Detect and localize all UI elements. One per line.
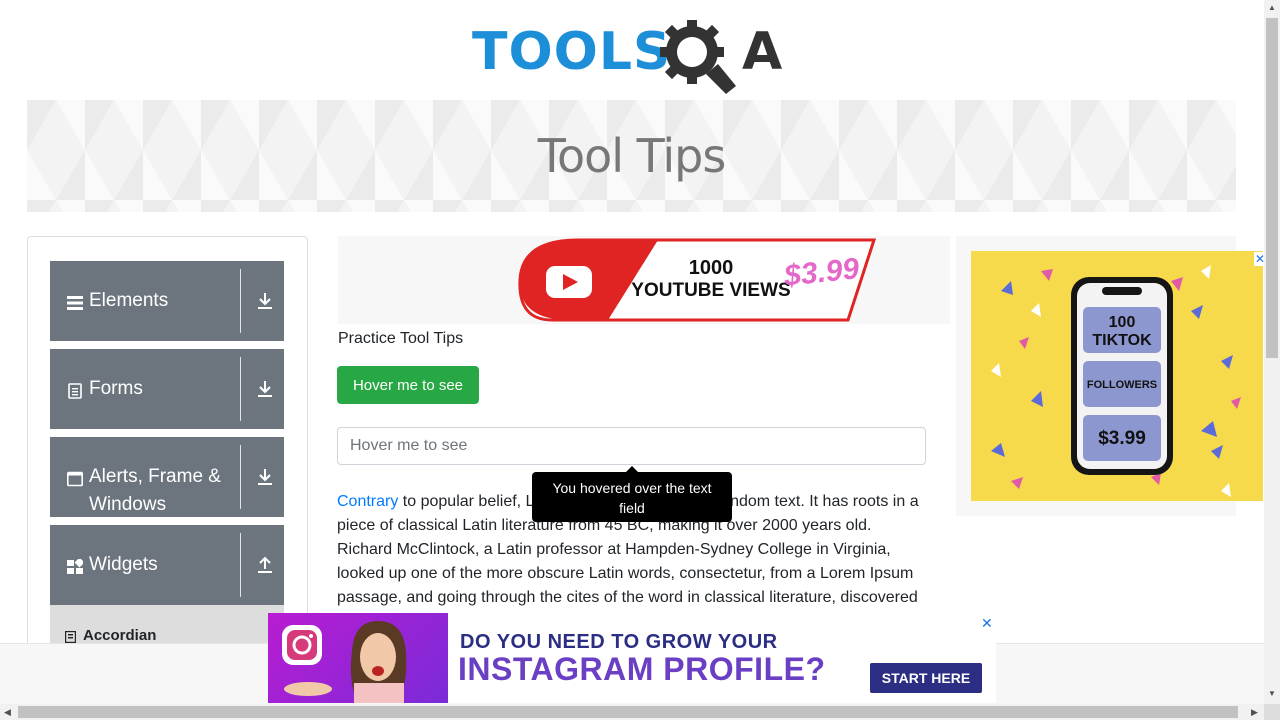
download-arrow-icon[interactable] [256,379,274,399]
download-arrow-icon[interactable] [256,467,274,487]
page-title: Tool Tips [537,129,727,183]
tiktok-ad-creative: 100 TIKTOK FOLLOWERS $3.99 [971,251,1263,501]
tiktok-ad-graphic: 100 TIKTOK FOLLOWERS $3.99 [991,265,1241,497]
contrary-link[interactable]: Contrary [337,493,398,510]
scroll-left-icon[interactable]: ◀ [4,707,11,718]
ad-price: $3.99 [1098,428,1146,449]
tiktok-ad[interactable]: 100 TIKTOK FOLLOWERS $3.99 [956,236,1263,516]
tooltip-text: You hovered over the text field [552,480,712,516]
start-here-button[interactable]: START HERE [870,663,982,693]
gear-icon [660,20,736,94]
upload-arrow-icon[interactable] [256,555,274,575]
sidebar-group-label: Alerts, Frame & [89,466,221,487]
sidebar-group-alerts[interactable]: Alerts, Frame & Windows [50,437,284,517]
horizontal-scroll-thumb[interactable] [18,706,1238,718]
instagram-ad[interactable]: DO YOU NEED TO GROW YOUR INSTAGRAM PROFI… [268,613,996,703]
sidebar-group-label: Forms [89,378,143,399]
divider [240,357,241,421]
toolsqa-logo[interactable]: TOOLS A [472,14,796,94]
hamburger-icon [67,296,83,310]
tooltip-arrow [626,466,638,472]
scroll-down-icon[interactable]: ▼ [1268,690,1276,698]
youtube-ad-banner[interactable]: 1000 YOUTUBE VIEWS $3.99 [338,236,950,324]
divider [240,533,241,597]
instagram-ad-image [268,613,448,703]
scroll-right-icon[interactable]: ▶ [1251,707,1258,718]
sidebar-group-label: Widgets [89,554,158,575]
hover-button[interactable]: Hover me to see [337,366,479,404]
logo-text-a: A [742,22,783,82]
ad-text-views: YOUTUBE VIEWS [631,280,790,301]
hover-text-field[interactable] [337,427,926,465]
sidebar-item-label: Accordian [83,627,157,644]
accordian-icon [65,631,76,643]
page-banner: Tool Tips [27,100,1236,212]
divider [240,269,241,333]
grid-icon [67,559,83,574]
tooltip: You hovered over the text field [532,466,732,522]
document-icon [68,383,82,399]
sidebar-group-label-line2: Windows [89,494,167,515]
sidebar-group-widgets[interactable]: Widgets [50,525,284,605]
ad-text-count: 1000 [689,257,734,279]
ad-headline-large: INSTAGRAM PROFILE? [458,651,826,687]
instagram-logo-icon [282,621,407,703]
horizontal-scrollbar[interactable]: ◀ ▶ [0,704,1264,720]
sidebar-group-forms[interactable]: Forms [50,349,284,429]
ad-text-tiktok: TIKTOK [1092,332,1152,349]
scroll-up-icon[interactable]: ▲ [1268,4,1276,12]
sidebar-group-elements[interactable]: Elements [50,261,284,341]
vertical-scroll-thumb[interactable] [1266,18,1278,358]
sidebar-group-label: Elements [89,290,169,311]
left-sidebar: Elements Forms Alerts, Frame & Windows W [27,236,308,656]
vertical-scrollbar[interactable]: ▲ ▼ [1264,0,1280,704]
close-icon[interactable]: ✕ [981,615,993,632]
section-label: Practice Tool Tips [338,330,464,347]
ad-text-count: 100 [1109,314,1136,331]
logo-text-tools: TOOLS [472,22,672,82]
scrollbar-corner [1264,704,1280,720]
youtube-ad-graphic: 1000 YOUTUBE VIEWS $3.99 [518,238,877,322]
download-arrow-icon[interactable] [256,291,274,311]
window-icon [67,471,83,487]
divider [240,445,241,509]
ad-text-followers: FOLLOWERS [1087,379,1157,391]
